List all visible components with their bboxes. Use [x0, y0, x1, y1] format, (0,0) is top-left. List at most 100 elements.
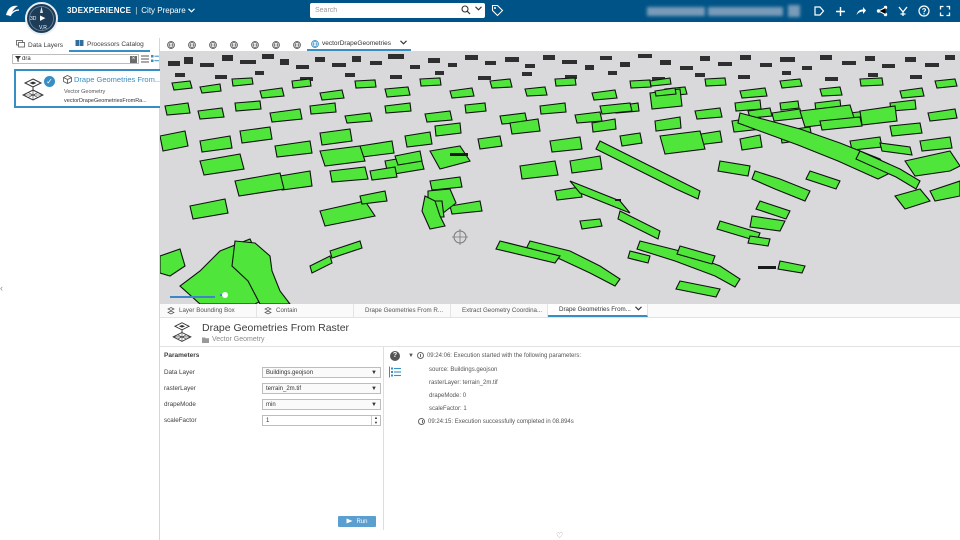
city-buildings-render: [160, 54, 960, 304]
processor-card[interactable]: ✓ Drape Geometries From... Vector Geomet…: [14, 69, 165, 108]
tab-extract-geometry-coordinates[interactable]: Extract Geometry Coordina...: [451, 304, 548, 317]
globe-icon: [208, 40, 217, 49]
user-name-redacted: [647, 7, 705, 16]
tab-layer-bounding-box[interactable]: Layer Bounding Box: [160, 304, 257, 317]
page-title: Drape Geometries From Raster: [202, 322, 350, 334]
tab-drape-geometries-from-active[interactable]: Drape Geometries From...: [548, 304, 648, 317]
list-view-icon[interactable]: [141, 55, 149, 65]
top-bar: 3DEXPERIENCE | City Prepare: [0, 0, 960, 22]
share-icon[interactable]: [875, 4, 889, 18]
folder-icon: [202, 337, 209, 343]
tab-processors-catalog[interactable]: Processors Catalog: [69, 38, 150, 52]
parameters-panel: Parameters Data Layer Buildings.geojson …: [160, 347, 384, 530]
execution-log: ? ▼ 09:24:06: Execution started with the…: [385, 347, 960, 530]
tab-drape-label: Drape Geometries From R...: [365, 307, 444, 314]
globe-icon: [311, 39, 319, 48]
raster-layer-select[interactable]: terrain_2m.tif ▼: [262, 383, 381, 394]
run-button[interactable]: Run: [338, 516, 376, 527]
ds-logo-icon[interactable]: [4, 3, 20, 19]
globe-icon: [292, 40, 301, 49]
drape-geometry-icon: [264, 306, 272, 314]
compass-vr-label: V,R: [39, 25, 47, 31]
search-icon[interactable]: [461, 5, 471, 17]
globe-icon: [166, 40, 175, 49]
clear-filter-icon[interactable]: ×: [130, 56, 137, 63]
top-actions: [812, 4, 952, 18]
tag-icon[interactable]: [491, 4, 504, 19]
app-name[interactable]: City Prepare: [141, 6, 185, 15]
viewer-tabs: vectorDrapeGeometries: [160, 38, 960, 51]
globe-tab[interactable]: [202, 38, 223, 51]
globe-icon: [271, 40, 280, 49]
tab-contain-label: Contain: [276, 307, 298, 314]
chevron-down-icon[interactable]: [634, 306, 642, 313]
globe-tab[interactable]: [181, 38, 202, 51]
layers-icon: [16, 40, 25, 50]
param-value: Buildings.geojson: [266, 370, 314, 376]
compass-widget[interactable]: 3D ▶ V,R: [25, 2, 58, 35]
tab-drape-geometries-from-raster-1[interactable]: Drape Geometries From R...: [354, 304, 451, 317]
param-label: drapeMode: [164, 401, 196, 408]
log-param-line: source: Buildings.geojson: [429, 367, 498, 373]
chevron-down-icon[interactable]: [400, 40, 407, 47]
share-arrow-icon[interactable]: [854, 4, 868, 18]
search-box: [310, 3, 485, 18]
tab-contain[interactable]: Contain: [257, 304, 354, 317]
log-param-line: rasterLayer: terrain_2m.tif: [429, 380, 498, 386]
chevron-down-icon[interactable]: [188, 6, 195, 15]
tab-layer-bounding-box-label: Layer Bounding Box: [179, 307, 235, 314]
catalog-icon: [75, 39, 84, 49]
globe-tab[interactable]: [244, 38, 265, 51]
param-row-scale-factor: scaleFactor 1 ▲ ▼: [164, 415, 381, 426]
compass-3d-label: 3D: [30, 16, 37, 22]
globe-icon: [250, 40, 259, 49]
navigation-cursor-icon: [452, 229, 468, 245]
globe-icon: [187, 40, 196, 49]
help-icon[interactable]: [917, 4, 931, 18]
expand-triangle-icon[interactable]: ▼: [408, 353, 414, 359]
help-icon[interactable]: ?: [390, 351, 400, 361]
search-scope-dropdown-icon[interactable]: [475, 6, 482, 13]
log-list-icon[interactable]: [389, 366, 402, 380]
log-param-line: drapeMode: 0: [429, 393, 467, 399]
processor-category: Vector Geometry: [202, 336, 265, 343]
clock-icon: [418, 418, 425, 425]
apps-compass-icon[interactable]: [896, 4, 910, 18]
avatar[interactable]: [788, 5, 800, 17]
globe-tab[interactable]: [265, 38, 286, 51]
collapse-panel-chevron-icon[interactable]: ‹: [0, 283, 3, 293]
param-row-drape-mode: drapeMode min ▼: [164, 399, 381, 410]
left-panel-tabs: Data Layers Processors Catalog: [10, 38, 160, 52]
processor-card-title: Drape Geometries From...: [74, 75, 162, 84]
compass-play-icon: ▶: [40, 15, 46, 22]
param-value: terrain_2m.tif: [266, 386, 302, 392]
processor-tabs: Layer Bounding Box Contain Drape Geometr…: [160, 304, 960, 318]
log-start-line: ▼ 09:24:06: Execution started with the f…: [408, 352, 581, 359]
tab-data-layers[interactable]: Data Layers: [10, 38, 69, 52]
globe-tab[interactable]: [160, 38, 181, 51]
processor-header: Drape Geometries From Raster Vector Geom…: [160, 318, 960, 347]
tile-view-icon[interactable]: [151, 55, 159, 65]
catalog-filter: ×: [12, 54, 139, 64]
add-icon[interactable]: [833, 4, 847, 18]
search-input[interactable]: [310, 3, 450, 18]
param-value: min: [266, 402, 276, 408]
filter-input[interactable]: [22, 55, 122, 63]
bookmark-tag-icon[interactable]: [812, 4, 826, 18]
dropdown-arrow-icon: ▼: [371, 402, 377, 408]
drape-mode-select[interactable]: min ▼: [262, 399, 381, 410]
tab-vector-drape-geometries[interactable]: vectorDrapeGeometries: [307, 38, 411, 51]
dropdown-arrow-icon: ▼: [371, 386, 377, 392]
data-layer-select[interactable]: Buildings.geojson ▼: [262, 367, 381, 378]
globe-tab[interactable]: [286, 38, 307, 51]
left-panel: Data Layers Processors Catalog × ✓ Drape…: [10, 38, 165, 540]
dropdown-arrow-icon: ▼: [371, 370, 377, 376]
scale-factor-stepper[interactable]: 1 ▲ ▼: [262, 415, 381, 426]
processor-card-id: vectorDrapeGeometriesFromRa...: [64, 98, 147, 104]
drape-geometry-icon: [167, 306, 175, 314]
stepper-arrows-icon[interactable]: ▲ ▼: [371, 415, 380, 425]
expand-down-chevron-icon[interactable]: ♡: [556, 531, 563, 540]
fullscreen-icon[interactable]: [938, 4, 952, 18]
3d-map-viewer[interactable]: [160, 51, 960, 304]
globe-tab[interactable]: [223, 38, 244, 51]
